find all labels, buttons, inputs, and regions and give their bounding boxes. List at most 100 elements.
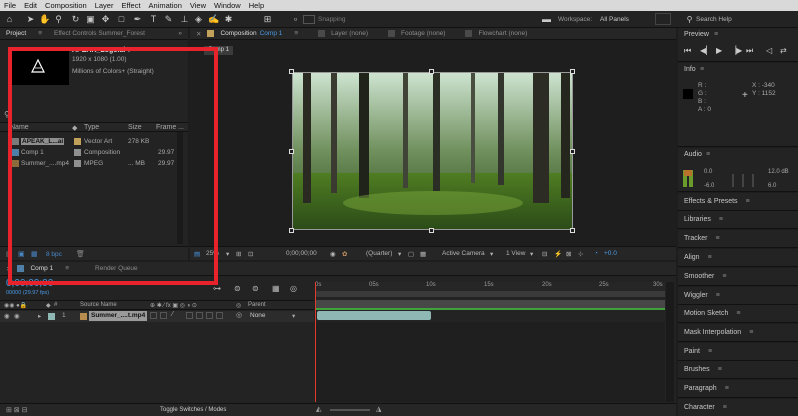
workspace-icon[interactable]: ▬ bbox=[541, 14, 552, 25]
play-icon[interactable]: ▶ bbox=[716, 46, 722, 55]
parent-select[interactable]: None bbox=[250, 312, 266, 319]
audio-slider-track[interactable] bbox=[742, 174, 744, 187]
toggle-switches-modes-button[interactable]: Toggle Switches / Modes bbox=[160, 407, 226, 413]
chevron-down-icon[interactable]: ▾ bbox=[398, 250, 401, 258]
panel-menu-icon[interactable]: ≡ bbox=[736, 310, 740, 317]
preview-menu-icon[interactable]: ≡ bbox=[714, 31, 718, 38]
panel-menu-icon[interactable]: ≡ bbox=[718, 366, 722, 373]
quality-switch-icon[interactable]: ⁄ bbox=[172, 311, 173, 318]
search-help-input[interactable]: Search Help bbox=[696, 16, 732, 23]
switch-box[interactable] bbox=[186, 312, 193, 319]
audio-icon[interactable]: ◉ bbox=[14, 312, 20, 320]
switch-box[interactable] bbox=[216, 312, 223, 319]
info-menu-icon[interactable]: ≡ bbox=[700, 66, 704, 73]
panel-menu-icon[interactable]: ≡ bbox=[722, 273, 726, 280]
tab-project[interactable]: Project bbox=[0, 30, 32, 37]
chevron-down-icon[interactable]: ▾ bbox=[490, 250, 493, 258]
tab-layer[interactable]: Layer (none) bbox=[325, 30, 374, 37]
transform-handle[interactable] bbox=[289, 69, 294, 74]
roto-brush-tool-icon[interactable]: ✍ bbox=[208, 14, 219, 25]
workspace-select[interactable]: All Panels bbox=[600, 16, 629, 23]
panel-menu-icon[interactable]: ≡ bbox=[715, 235, 719, 242]
tab-footage[interactable]: Footage (none) bbox=[395, 30, 451, 37]
col-parent[interactable]: Parent bbox=[248, 302, 266, 308]
puppet-tool-icon[interactable]: ✱ bbox=[223, 14, 234, 25]
current-time[interactable]: 0;00;00;00 bbox=[286, 250, 317, 257]
hand-tool-icon[interactable]: ✋ bbox=[39, 14, 50, 25]
menu-edit[interactable]: Edit bbox=[20, 1, 41, 10]
work-area-bar[interactable] bbox=[315, 291, 665, 297]
panel-menu-icon[interactable]: ≡ bbox=[746, 198, 750, 205]
col-frame[interactable]: Frame ... bbox=[156, 124, 184, 131]
character-panel[interactable]: Character ≡ bbox=[678, 399, 798, 416]
switch-box[interactable] bbox=[160, 312, 167, 319]
transform-handle[interactable] bbox=[570, 149, 575, 154]
bit-depth-button[interactable]: 8 bpc bbox=[46, 251, 62, 258]
new-folder-icon[interactable]: ▣ bbox=[18, 250, 25, 258]
visibility-icon[interactable]: ◉ bbox=[4, 312, 10, 320]
transform-handle[interactable] bbox=[289, 228, 294, 233]
panel-menu-icon[interactable]: ≡ bbox=[716, 292, 720, 299]
panel-menu-icon[interactable]: ≡ bbox=[749, 329, 753, 336]
loop-icon[interactable]: ⇄ bbox=[780, 46, 787, 55]
transform-handle[interactable] bbox=[289, 149, 294, 154]
always-preview-icon[interactable]: ▤ bbox=[194, 250, 200, 258]
zoom-tool-icon[interactable]: ⚲ bbox=[53, 14, 64, 25]
panel-menu-icon[interactable]: ≡ bbox=[708, 348, 712, 355]
camera-tool-icon[interactable]: ▣ bbox=[85, 14, 96, 25]
layer-switches-icon[interactable]: ⊞ ⊠ ⊟ bbox=[6, 406, 28, 414]
label-color-icon[interactable] bbox=[48, 313, 55, 320]
menu-file[interactable]: File bbox=[0, 1, 20, 10]
expand-arrow-icon[interactable]: ▸ bbox=[38, 312, 41, 320]
exposure-reset-icon[interactable]: ◔ bbox=[594, 250, 598, 257]
menu-window[interactable]: Window bbox=[210, 1, 245, 10]
tab-comp-1[interactable]: Comp 1 bbox=[24, 265, 59, 272]
lock-icon[interactable] bbox=[207, 30, 215, 37]
zoom-in-icon[interactable]: ◮ bbox=[376, 405, 381, 413]
shy-layers-icon[interactable]: ⊜ bbox=[252, 284, 259, 293]
list-item[interactable]: APEAK_L...ai Vector Art 278 KB ♣ bbox=[0, 136, 188, 146]
col-name[interactable]: Name bbox=[10, 124, 29, 131]
zoom-select[interactable]: 25% bbox=[206, 250, 219, 257]
menu-effect[interactable]: Effect bbox=[117, 1, 144, 10]
mask-interpolation-panel[interactable]: Mask Interpolation ≡ bbox=[678, 324, 798, 342]
tab-effect-controls[interactable]: Effect Controls Summer_Forest bbox=[48, 30, 151, 37]
selection-tool-icon[interactable]: ➤ bbox=[25, 14, 36, 25]
list-item[interactable]: Comp 1 Composition 29.97 bbox=[0, 147, 188, 157]
label-column-icon[interactable]: ◆ bbox=[46, 302, 51, 309]
transform-handle[interactable] bbox=[570, 228, 575, 233]
comp-mini-flowchart-icon[interactable]: ⊶ bbox=[213, 284, 221, 293]
close-tab-icon[interactable]: ✕ bbox=[190, 30, 207, 38]
list-item[interactable]: Summer_....mp4 MPEG ... MB 29.97 bbox=[0, 158, 188, 168]
transform-handle[interactable] bbox=[570, 69, 575, 74]
paragraph-panel[interactable]: Paragraph ≡ bbox=[678, 380, 798, 398]
parent-link-icon[interactable]: ◎ bbox=[236, 302, 241, 309]
menu-view[interactable]: View bbox=[186, 1, 210, 10]
comp-breadcrumb[interactable]: Comp 1 bbox=[204, 46, 234, 55]
number-column-icon[interactable]: # bbox=[54, 302, 57, 308]
layer-name[interactable]: Summer_....t.mp4 bbox=[89, 311, 148, 321]
safe-zones-icon[interactable]: ⊞ bbox=[236, 250, 241, 258]
switch-box[interactable] bbox=[150, 312, 157, 319]
brushes-panel[interactable]: Brushes ≡ bbox=[678, 361, 798, 379]
close-tab-icon[interactable]: ✕ bbox=[0, 265, 17, 273]
mute-audio-icon[interactable]: ◁ bbox=[766, 46, 772, 55]
track-area[interactable] bbox=[315, 322, 665, 402]
panel-menu-icon[interactable]: ≡ bbox=[719, 216, 723, 223]
switches-icons[interactable]: ⊕ ✱ ⁄ fx ▣ ◎ ◑ ⊙ bbox=[150, 302, 197, 309]
col-type[interactable]: Type bbox=[84, 124, 99, 131]
draft-3d-icon[interactable]: ⊜ bbox=[234, 284, 241, 293]
region-of-interest-icon[interactable]: ▢ bbox=[408, 250, 414, 258]
flowchart-icon[interactable]: ⊹ bbox=[578, 250, 583, 258]
pan-behind-tool-icon[interactable]: ✥ bbox=[100, 14, 111, 25]
previous-frame-icon[interactable]: ◀▏ bbox=[700, 46, 712, 55]
av-features-icon[interactable]: ◉◉ ●🔒 bbox=[4, 302, 27, 309]
tab-render-queue[interactable]: Render Queue bbox=[89, 265, 144, 272]
workspace-menu-icon[interactable] bbox=[655, 13, 671, 25]
next-frame-icon[interactable]: ▕▶ bbox=[730, 46, 742, 55]
motion-blur-icon[interactable]: ◎ bbox=[290, 284, 297, 293]
new-composition-icon[interactable]: ▦ bbox=[31, 250, 38, 258]
first-frame-icon[interactable]: ⏮ bbox=[684, 46, 691, 56]
eraser-tool-icon[interactable]: ◈ bbox=[193, 14, 204, 25]
timeline-tab-menu[interactable]: ≡ bbox=[59, 265, 75, 272]
